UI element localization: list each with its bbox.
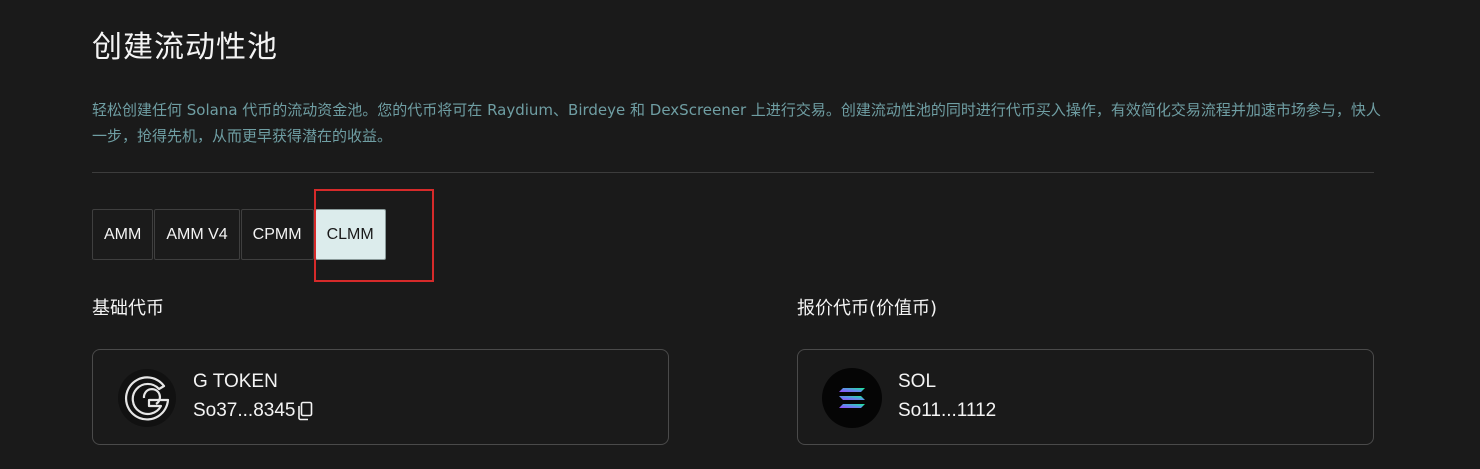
page-title: 创建流动性池 [92, 30, 278, 65]
page-description: 轻松创建任何 Solana 代币的流动资金池。您的代币将可在 Raydium、B… [92, 101, 1381, 145]
quote-token-address: So11...1112 [898, 400, 997, 421]
base-token-address: So37...8345 [193, 400, 296, 421]
base-token-address-row: So37...8345 [193, 399, 313, 423]
tab-clmm[interactable]: CLMM [314, 209, 386, 260]
tab-amm[interactable]: AMM [92, 209, 154, 260]
base-token-selector[interactable]: G TOKEN So37...8345 [92, 349, 669, 445]
quote-token-address-row: So11...1112 [898, 399, 996, 423]
pool-type-tabs: AMM AMM V4 CPMM CLMM [92, 209, 386, 260]
base-token-name: G TOKEN [193, 371, 278, 392]
quote-token-selector[interactable]: SOL So11...1112 [797, 349, 1374, 445]
quote-token-name: SOL [898, 371, 937, 392]
quote-token-label: 报价代币(价值币) [797, 298, 938, 319]
tab-amm-v4[interactable]: AMM V4 [154, 209, 240, 260]
solana-logo-icon [822, 368, 882, 428]
divider [92, 172, 1374, 173]
g-token-logo-icon [118, 369, 176, 427]
create-pool-page: 创建流动性池 轻松创建任何 Solana 代币的流动资金池。您的代币将可在 Ra… [0, 0, 1480, 469]
base-token-label: 基础代币 [92, 298, 164, 319]
tab-cpmm[interactable]: CPMM [240, 209, 314, 260]
copy-icon[interactable] [297, 401, 313, 421]
